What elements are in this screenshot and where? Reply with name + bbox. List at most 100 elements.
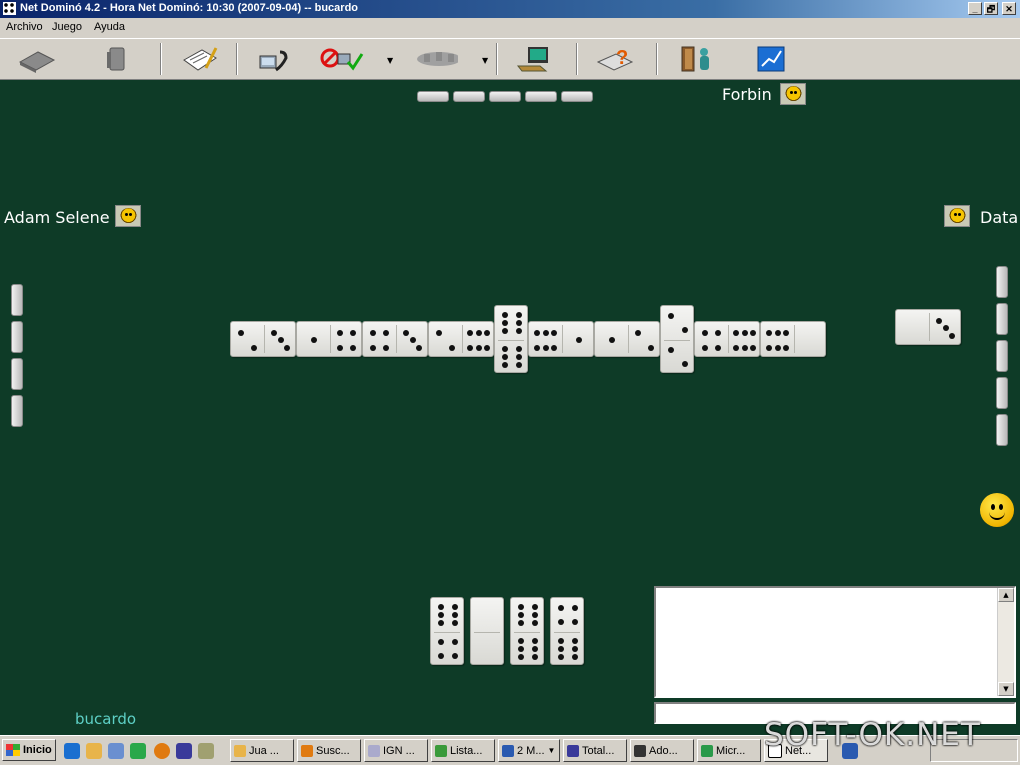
domino-pip — [558, 646, 564, 652]
domino-pip — [733, 329, 740, 336]
disconnect-dropdown-icon[interactable]: ▼ — [387, 56, 393, 65]
help-icon[interactable]: ? — [594, 42, 638, 76]
domino-pip — [572, 654, 578, 661]
domino-pip — [668, 313, 674, 319]
taskbar-item[interactable]: Jua ... — [230, 739, 294, 762]
hand-domino[interactable] — [510, 597, 544, 665]
domino-pip — [369, 329, 376, 336]
minimize-button[interactable]: _ — [968, 2, 982, 15]
notepad-icon[interactable] — [178, 42, 222, 76]
menu-archivo[interactable]: Archivo — [6, 21, 43, 33]
domino-pip — [542, 329, 549, 336]
west-hidden-tile — [11, 395, 23, 427]
domino-pip — [475, 344, 482, 351]
domino-pip — [715, 344, 722, 351]
taskbar-item[interactable]: Micr... — [697, 739, 761, 762]
east-hidden-tile — [996, 377, 1008, 409]
domino-pip — [634, 329, 641, 336]
chat-log[interactable]: ▲ ▼ — [654, 586, 1016, 698]
disconnect-icon[interactable] — [320, 42, 364, 76]
domino-pip — [438, 620, 444, 627]
board-domino — [760, 321, 826, 357]
computer-icon[interactable] — [512, 42, 556, 76]
domino-pip — [502, 354, 508, 360]
domino-pip — [572, 637, 578, 644]
domino-pip — [452, 612, 458, 618]
menu-bar: Archivo Juego Ayuda — [0, 18, 1020, 38]
avatar-west — [115, 205, 141, 227]
domino-pip — [534, 344, 541, 351]
domino-pip — [542, 344, 549, 351]
player-name-south: bucardo — [75, 710, 137, 728]
west-hidden-tile — [11, 284, 23, 316]
network-icon — [414, 42, 458, 76]
domino-pip — [383, 344, 390, 351]
hand-domino[interactable] — [550, 597, 584, 665]
avatar-east — [944, 205, 970, 227]
smiley-emoticon-icon[interactable] — [980, 493, 1014, 527]
stats-icon[interactable] — [750, 42, 794, 76]
taskbar-item[interactable]: IGN ... — [364, 739, 428, 762]
close-button[interactable]: ✕ — [1002, 2, 1016, 15]
browser-icon[interactable] — [130, 743, 146, 759]
network-dropdown-icon[interactable]: ▼ — [482, 56, 488, 65]
start-button[interactable]: Inicio — [2, 739, 56, 761]
menu-ayuda[interactable]: Ayuda — [94, 21, 125, 33]
domino-pip — [935, 317, 942, 324]
domino-pip — [949, 332, 956, 339]
taskbar-item[interactable]: 2 M... ▼ — [498, 739, 560, 762]
domino-pip — [550, 344, 557, 351]
player-name-north: Forbin — [722, 85, 772, 104]
domino-pip — [518, 603, 524, 610]
connect-phone-icon[interactable] — [252, 42, 296, 76]
tools-icon[interactable] — [198, 743, 214, 759]
group-dropdown-icon: ▼ — [547, 746, 556, 755]
messenger-icon[interactable] — [108, 743, 124, 759]
stack-icon[interactable] — [94, 42, 138, 76]
domino-pip — [558, 605, 564, 611]
board-domino — [494, 305, 528, 373]
windows-logo-icon — [6, 744, 20, 756]
chat-scrollbar[interactable]: ▲ ▼ — [997, 588, 1014, 696]
domino-pip — [310, 337, 317, 343]
domino-pip — [438, 603, 444, 610]
domino-pip — [532, 620, 538, 627]
domino-pip — [558, 637, 564, 644]
domino-pip — [572, 605, 578, 611]
folder-icon[interactable] — [86, 743, 102, 759]
player-name-east: Data — [980, 208, 1019, 227]
hand-domino[interactable] — [430, 597, 464, 665]
domino-pip — [766, 329, 773, 336]
hand-domino[interactable] — [470, 597, 504, 665]
taskbar-item[interactable]: Susc... — [297, 739, 361, 762]
taskbar-item[interactable]: Lista... — [431, 739, 495, 762]
domino-pip — [518, 637, 524, 644]
svg-text:?: ? — [616, 47, 628, 69]
scroll-down-icon[interactable]: ▼ — [998, 682, 1014, 696]
taskbar-item[interactable]: Total... — [563, 739, 627, 762]
domino-pip — [942, 325, 949, 331]
domino-pip — [668, 347, 674, 353]
domino-app-icon[interactable] — [3, 2, 16, 15]
game-table: Forbin Adam Selene Data ▲ ▼ bucardo — [0, 80, 1020, 735]
domino-pip — [532, 603, 538, 610]
domino-pip — [516, 320, 522, 326]
domino-pip — [518, 620, 524, 627]
domino-pip — [251, 344, 258, 351]
exit-door-icon[interactable] — [674, 42, 718, 76]
domino-pip — [449, 344, 456, 351]
domino-pip — [518, 646, 524, 652]
domino-pip — [369, 344, 376, 351]
menu-juego[interactable]: Juego — [52, 21, 82, 33]
domino-pip — [452, 653, 458, 659]
east-hidden-tile — [996, 414, 1008, 446]
taskbar-item[interactable]: Ado... — [630, 739, 694, 762]
ie-icon[interactable] — [64, 743, 80, 759]
domino-pip — [682, 361, 688, 367]
scroll-up-icon[interactable]: ▲ — [998, 588, 1014, 602]
domino-pip — [237, 329, 244, 336]
firefox-icon[interactable] — [154, 743, 170, 759]
floppy-icon[interactable] — [176, 743, 192, 759]
restore-button[interactable]: 🗗 — [984, 2, 998, 15]
table-icon[interactable] — [14, 42, 58, 76]
